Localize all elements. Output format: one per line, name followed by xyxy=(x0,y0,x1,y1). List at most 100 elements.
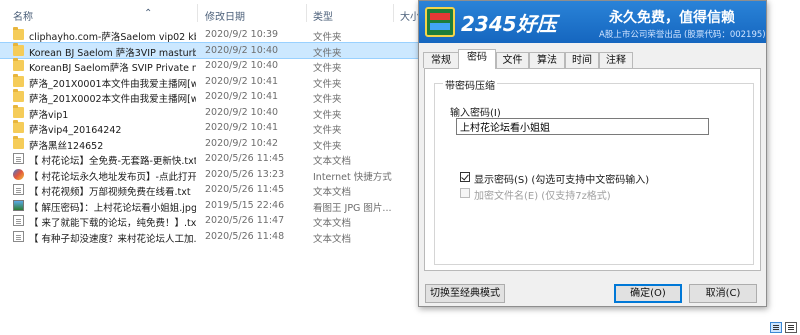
folder-icon xyxy=(13,89,24,102)
file-row[interactable]: Korean BJ Saelom 萨洛3VIP masturba... 2020/… xyxy=(0,41,421,59)
file-date: 2020/5/26 11:47 xyxy=(205,215,285,226)
file-row[interactable]: 萨洛_201X0001本文件由我爱主播网[wi... 2020/9/2 10:41… xyxy=(0,73,420,90)
details-view-icon[interactable] xyxy=(770,322,782,333)
password-panel: 带密码压缩 xyxy=(424,68,761,271)
file-row[interactable]: 【 解压密码】：上村花论坛看小姐姐.jpg 2019/5/15 22:46 看图王 … xyxy=(0,198,420,214)
document-icon xyxy=(13,230,24,242)
file-type: 文本文档 xyxy=(313,218,352,229)
folder-icon xyxy=(13,73,24,87)
file-date: 2020/9/2 10:41 xyxy=(205,91,279,102)
folder-icon xyxy=(13,120,24,133)
haozip-logo-icon xyxy=(425,7,455,37)
file-date: 2020/5/26 13:23 xyxy=(205,168,285,180)
column-divider[interactable] xyxy=(393,4,394,22)
file-row[interactable]: 【 村花论坛】全免费-无套路-更新快.txt 2020/5/26 11:45 文本文… xyxy=(0,151,420,167)
file-type: 文本文档 xyxy=(313,233,352,245)
brand-name: 2345好压 xyxy=(461,12,557,36)
encrypt-filenames-label: 加密文件名(E) (仅支持7z格式) xyxy=(474,191,611,202)
folder-icon xyxy=(13,42,24,56)
file-row[interactable]: KoreanBJ Saelom萨洛 SVIP Private m... 2020/… xyxy=(0,58,420,74)
cancel-button[interactable]: 取消(C) xyxy=(689,284,757,303)
folder-icon xyxy=(13,58,24,71)
tab-password[interactable]: 密码 xyxy=(458,49,496,69)
file-type: 文本文档 xyxy=(313,156,352,167)
file-type: 文本文档 xyxy=(313,187,352,198)
file-type: 文件夹 xyxy=(313,78,342,90)
file-name: 【 来了就能下载的论坛，纯免费！】.txt xyxy=(29,218,196,229)
tab-time[interactable]: 时间 xyxy=(565,52,599,68)
brand-stock-info: A股上市公司荣誉出品 (股票代码：002195) xyxy=(599,30,766,40)
file-name: 萨洛vip4_20164242 xyxy=(29,125,122,136)
file-name: 【 村花视频】万部视频免费在线看.txt xyxy=(29,187,191,198)
tab-algorithm[interactable]: 算法 xyxy=(529,52,565,68)
column-size[interactable]: 大小 xyxy=(400,8,420,23)
password-label: 输入密码(I) xyxy=(450,108,501,119)
folder-icon xyxy=(13,104,24,118)
file-row[interactable]: cliphayho.com-萨洛Saelom vip02 kbj... 2020/… xyxy=(0,27,420,43)
file-type: 文件夹 xyxy=(313,32,342,43)
column-divider[interactable] xyxy=(197,4,198,22)
tab-files[interactable]: 文件 xyxy=(496,52,529,68)
tab-comment[interactable]: 注释 xyxy=(599,52,633,68)
file-name: 萨洛黑丝124652 xyxy=(29,140,104,152)
file-row[interactable]: 萨洛vip1 2020/9/2 10:40 文件夹 xyxy=(0,104,420,121)
file-name: 【 村花论坛】全免费-无套路-更新快.txt xyxy=(29,156,196,167)
file-name: KoreanBJ Saelom萨洛 SVIP Private m... xyxy=(29,63,196,74)
switch-classic-mode-button[interactable]: 切换至经典模式 xyxy=(425,284,505,303)
file-date: 2020/5/26 11:45 xyxy=(205,184,285,195)
column-name[interactable]: 名称 xyxy=(13,8,33,23)
file-name: 【 村花论坛永久地址发布页】-点此打开 xyxy=(29,171,196,183)
file-date: 2020/9/2 10:40 xyxy=(205,106,279,118)
folder-icon xyxy=(13,27,24,40)
file-name: 萨洛vip1 xyxy=(29,109,69,121)
file-date: 2020/5/26 11:48 xyxy=(205,230,285,242)
file-name: Korean BJ Saelom 萨洛3VIP masturba... xyxy=(29,47,196,59)
file-row[interactable]: 萨洛_201X0002本文件由我爱主播网[wi... 2020/9/2 10:41… xyxy=(0,89,420,105)
image-icon xyxy=(13,199,24,211)
file-row[interactable]: 【 有种子却没速度？来村花论坛人工加... 2020/5/26 11:48 文本文档 xyxy=(0,229,420,245)
file-type: 文件夹 xyxy=(313,125,342,136)
folder-icon xyxy=(13,135,24,149)
compress-dialog: 2345好压 永久免费，值得信赖 A股上市公司荣誉出品 (股票代码：002195… xyxy=(418,0,767,307)
file-list: cliphayho.com-萨洛Saelom vip02 kbj... 2020/… xyxy=(0,27,421,245)
file-type: 文件夹 xyxy=(313,140,342,152)
column-date[interactable]: 修改日期 xyxy=(205,8,245,23)
file-row[interactable]: 【 村花论坛永久地址发布页】-点此打开 2020/5/26 13:23 Intern… xyxy=(0,167,420,183)
document-icon xyxy=(13,184,24,195)
file-date: 2020/5/26 11:45 xyxy=(205,153,285,164)
file-type: Internet 快捷方式 xyxy=(313,171,392,183)
file-row[interactable]: 【 来了就能下载的论坛，纯免费！】.txt 2020/5/26 11:47 文本文档 xyxy=(0,213,420,229)
internet-shortcut-icon xyxy=(13,168,24,180)
file-name: 萨洛_201X0001本文件由我爱主播网[wi... xyxy=(29,78,196,90)
sort-arrow-icon: ⌃ xyxy=(144,8,153,19)
checkbox-unchecked-icon xyxy=(460,188,470,198)
brand-banner: 2345好压 永久免费，值得信赖 A股上市公司荣誉出品 (股票代码：002195… xyxy=(419,1,766,43)
list-view-icon[interactable] xyxy=(785,322,797,333)
file-date: 2020/9/2 10:39 xyxy=(205,29,279,40)
file-date: 2020/9/2 10:42 xyxy=(205,137,279,149)
file-row[interactable]: 【 村花视频】万部视频免费在线看.txt 2020/5/26 11:45 文本文档 xyxy=(0,182,420,198)
file-date: 2020/9/2 10:40 xyxy=(205,44,279,56)
file-row[interactable]: 萨洛vip4_20164242 2020/9/2 10:41 文件夹 xyxy=(0,120,420,136)
column-type[interactable]: 类型 xyxy=(313,8,333,23)
file-date: 2020/9/2 10:40 xyxy=(205,60,279,71)
file-type: 看图王 JPG 图片... xyxy=(313,202,392,214)
file-type: 文件夹 xyxy=(313,109,342,121)
ok-button[interactable]: 确定(O) xyxy=(614,284,682,303)
file-name: 【 解压密码】：上村花论坛看小姐姐.jpg xyxy=(29,202,196,214)
column-divider[interactable] xyxy=(306,4,307,22)
file-type: 文件夹 xyxy=(313,94,342,105)
group-title: 带密码压缩 xyxy=(443,77,497,92)
tab-general[interactable]: 常规 xyxy=(423,52,459,68)
file-type: 文件夹 xyxy=(313,63,342,74)
file-date: 2019/5/15 22:46 xyxy=(205,199,285,211)
brand-slogan: 永久免费，值得信赖 xyxy=(609,10,735,26)
password-input[interactable] xyxy=(456,118,709,135)
checkbox-checked-icon[interactable] xyxy=(460,172,470,182)
file-name: cliphayho.com-萨洛Saelom vip02 kbj... xyxy=(29,32,196,43)
file-name: 萨洛_201X0002本文件由我爱主播网[wi... xyxy=(29,94,196,105)
file-name: 【 有种子却没速度？来村花论坛人工加... xyxy=(29,233,196,245)
file-date: 2020/9/2 10:41 xyxy=(205,75,279,87)
file-row[interactable]: 萨洛黑丝124652 2020/9/2 10:42 文件夹 xyxy=(0,135,420,152)
document-icon xyxy=(13,153,24,164)
